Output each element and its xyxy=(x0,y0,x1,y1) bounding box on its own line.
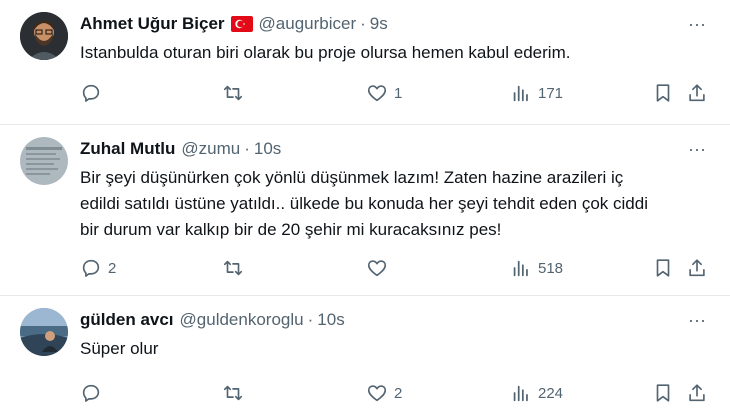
author-name[interactable]: gülden avcı xyxy=(80,310,174,330)
bookmark-icon xyxy=(656,259,670,277)
like-count: 2 xyxy=(394,384,403,402)
views-button[interactable]: 171 xyxy=(510,82,563,104)
retweet-icon xyxy=(223,385,243,401)
more-icon[interactable]: ··· xyxy=(688,14,706,35)
author-name[interactable]: Zuhal Mutlu xyxy=(80,139,175,159)
view-count: 224 xyxy=(538,384,564,402)
reply-count: 2 xyxy=(108,259,117,277)
action-bar: 2 224 xyxy=(80,382,710,406)
like-button[interactable] xyxy=(366,257,394,279)
share-icon xyxy=(689,384,705,402)
like-icon xyxy=(367,385,387,402)
tweet[interactable]: Zuhal Mutlu @zumu · 10s ··· Bir şeyi düş… xyxy=(0,125,730,295)
tweet-feed: Ahmet Uğur Biçer @augurbicer · 9s ··· Is… xyxy=(0,0,730,420)
like-count: 1 xyxy=(394,84,403,102)
reply-button[interactable]: 2 xyxy=(80,257,116,279)
bookmark-icon xyxy=(656,384,670,402)
avatar[interactable] xyxy=(20,12,68,60)
view-count: 518 xyxy=(538,259,564,277)
views-icon xyxy=(513,385,528,402)
bookmark-icon xyxy=(656,84,670,102)
tweet-text: Bir şeyi düşünürken çok yönlü düşünmek l… xyxy=(80,168,648,239)
bookmark-button[interactable] xyxy=(652,82,674,104)
share-button[interactable] xyxy=(686,82,708,104)
timestamp[interactable]: 9s xyxy=(370,14,388,34)
separator: · xyxy=(307,310,314,329)
share-button[interactable] xyxy=(686,382,708,404)
timestamp[interactable]: 10s xyxy=(254,139,281,159)
tweet[interactable]: gülden avcı @guldenkoroglu · 10s ··· Süp… xyxy=(0,296,730,420)
action-bar: 1 171 xyxy=(80,82,710,106)
reply-icon xyxy=(82,84,100,102)
share-icon xyxy=(689,259,705,277)
separator: · xyxy=(360,14,366,33)
reply-icon xyxy=(82,259,100,277)
like-icon xyxy=(367,85,387,102)
tweet-text: Istanbulda oturan biri olarak bu proje o… xyxy=(80,43,571,62)
author-name[interactable]: Ahmet Uğur Biçer xyxy=(80,14,225,34)
bookmark-button[interactable] xyxy=(652,382,674,404)
reply-icon xyxy=(82,384,100,402)
avatar[interactable] xyxy=(20,308,68,356)
views-icon xyxy=(513,260,528,277)
share-icon xyxy=(689,84,705,102)
retweet-icon xyxy=(223,260,243,276)
retweet-button[interactable] xyxy=(222,382,250,404)
avatar[interactable] xyxy=(20,137,68,185)
like-button[interactable]: 2 xyxy=(366,382,402,404)
retweet-button[interactable] xyxy=(222,82,250,104)
retweet-icon xyxy=(223,85,243,101)
separator: · xyxy=(244,139,250,158)
share-button[interactable] xyxy=(686,257,708,279)
views-icon xyxy=(513,85,528,102)
turkey-flag-icon xyxy=(230,16,253,32)
action-bar: 2 518 xyxy=(80,257,710,281)
author-handle[interactable]: @augurbicer xyxy=(259,14,357,34)
more-icon[interactable]: ··· xyxy=(688,310,706,331)
tweet-text: Süper olur xyxy=(80,339,159,358)
like-icon xyxy=(367,260,387,277)
views-button[interactable]: 518 xyxy=(510,257,563,279)
bookmark-button[interactable] xyxy=(652,257,674,279)
more-icon[interactable]: ··· xyxy=(688,139,706,160)
timestamp[interactable]: 10s xyxy=(317,310,344,330)
tweet[interactable]: Ahmet Uğur Biçer @augurbicer · 9s ··· Is… xyxy=(0,0,730,124)
retweet-button[interactable] xyxy=(222,257,250,279)
reply-button[interactable] xyxy=(80,382,108,404)
like-button[interactable]: 1 xyxy=(366,82,402,104)
reply-button[interactable] xyxy=(80,82,108,104)
author-handle[interactable]: @zumu xyxy=(181,139,240,159)
views-button[interactable]: 224 xyxy=(510,382,563,404)
view-count: 171 xyxy=(538,84,564,102)
author-handle[interactable]: @guldenkoroglu xyxy=(180,310,304,330)
